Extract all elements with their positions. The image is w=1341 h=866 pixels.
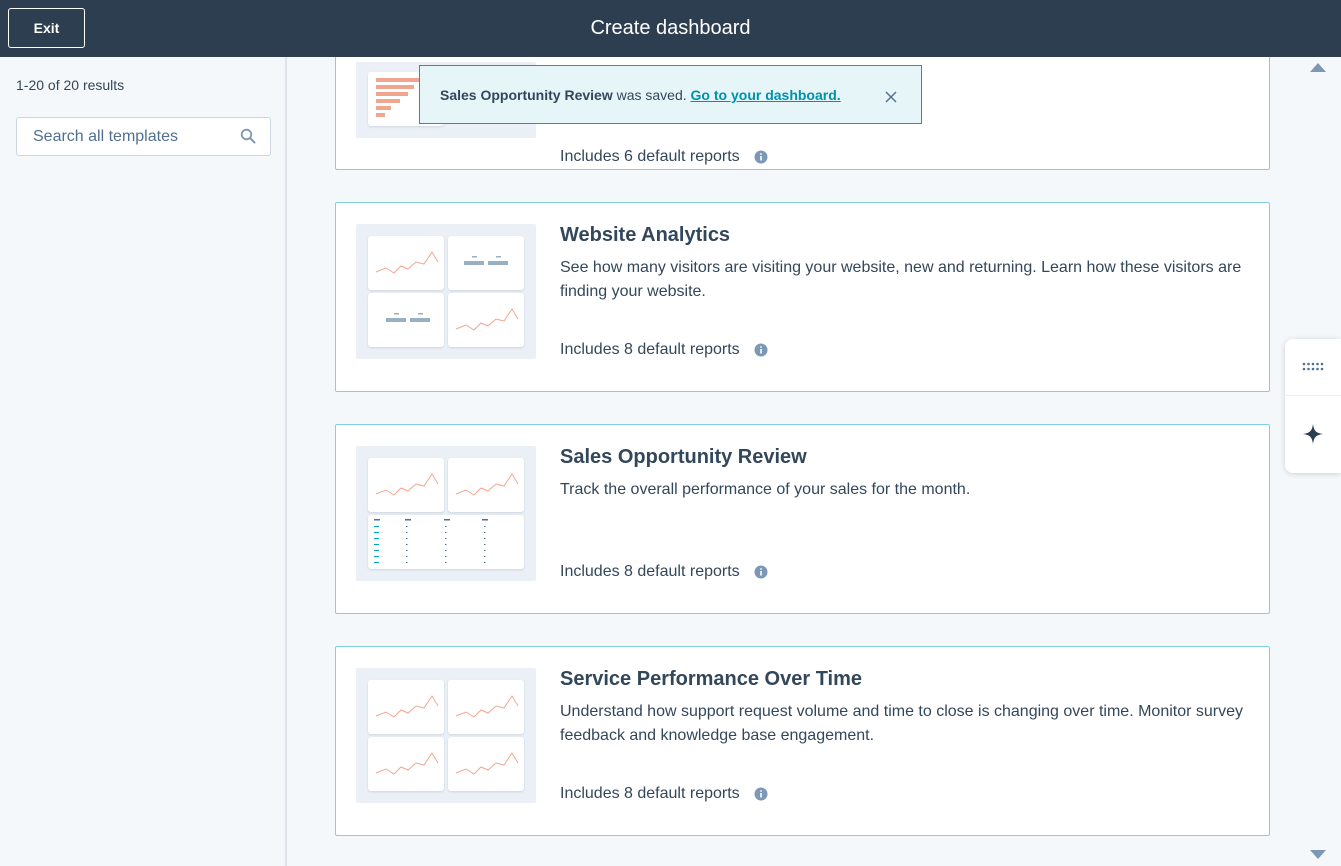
toast-message: Sales Opportunity Review was saved. Go t… bbox=[440, 87, 841, 103]
line-chart-tile bbox=[368, 458, 444, 512]
kpi-tile bbox=[368, 293, 444, 347]
template-description: Track the overall performance of your sa… bbox=[560, 481, 971, 498]
line-chart-tile bbox=[368, 680, 444, 734]
report-count-label: Includes 8 default reports bbox=[560, 563, 740, 580]
template-title[interactable]: Website Analytics bbox=[560, 224, 730, 247]
search-input[interactable] bbox=[17, 118, 237, 155]
template-card[interactable]: Sales Opportunity Review Track the overa… bbox=[335, 424, 1270, 614]
template-title[interactable]: Sales Opportunity Review bbox=[560, 446, 807, 469]
grid-icon[interactable] bbox=[1301, 359, 1325, 375]
line-chart-tile bbox=[448, 737, 524, 791]
report-count: Includes 8 default reports bbox=[560, 563, 768, 581]
top-bar: Exit Create dashboard bbox=[0, 0, 1341, 57]
sidebar: 1-20 of 20 results bbox=[0, 57, 287, 866]
report-count-label: Includes 8 default reports bbox=[560, 785, 740, 802]
report-count-label: Includes 8 default reports bbox=[560, 341, 740, 358]
go-to-dashboard-link[interactable]: Go to your dashboard. bbox=[691, 87, 841, 103]
report-count: Includes 8 default reports bbox=[560, 785, 768, 803]
side-widget bbox=[1285, 339, 1341, 473]
info-icon[interactable] bbox=[754, 787, 768, 801]
page-title: Create dashboard bbox=[590, 17, 751, 39]
scroll-up-arrow[interactable] bbox=[1310, 63, 1326, 72]
template-title[interactable]: Service Performance Over Time bbox=[560, 668, 862, 691]
sparkle-icon[interactable] bbox=[1302, 423, 1324, 445]
info-icon[interactable] bbox=[754, 343, 768, 357]
line-chart-tile bbox=[368, 737, 444, 791]
table-tile bbox=[368, 515, 524, 569]
report-count-label: Includes 6 default reports bbox=[560, 148, 740, 165]
report-count: Includes 8 default reports bbox=[560, 341, 768, 359]
template-preview bbox=[356, 668, 536, 803]
success-toast: Sales Opportunity Review was saved. Go t… bbox=[419, 65, 922, 124]
info-icon[interactable] bbox=[754, 565, 768, 579]
search-box bbox=[16, 117, 271, 156]
results-count: 1-20 of 20 results bbox=[16, 77, 125, 93]
template-preview bbox=[356, 224, 536, 359]
line-chart-tile bbox=[448, 293, 524, 347]
template-card[interactable]: Service Performance Over Time Understand… bbox=[335, 646, 1270, 836]
toast-saved-text: was saved. bbox=[612, 87, 691, 103]
template-list: Includes 6 default reports Website Analy… bbox=[289, 57, 1341, 866]
kpi-tile bbox=[448, 236, 524, 290]
toast-dashboard-name: Sales Opportunity Review bbox=[440, 87, 613, 103]
template-preview bbox=[356, 446, 536, 581]
template-description: See how many visitors are visiting your … bbox=[560, 259, 1242, 300]
report-count: Includes 6 default reports bbox=[560, 148, 768, 166]
template-description: Understand how support request volume an… bbox=[560, 703, 1244, 744]
scroll-down-arrow[interactable] bbox=[1310, 850, 1326, 859]
widget-divider bbox=[1285, 395, 1341, 396]
info-icon[interactable] bbox=[754, 150, 768, 164]
line-chart-tile bbox=[448, 680, 524, 734]
template-card[interactable]: Website Analytics See how many visitors … bbox=[335, 202, 1270, 392]
search-icon[interactable] bbox=[240, 128, 256, 144]
line-chart-tile bbox=[448, 458, 524, 512]
line-chart-tile bbox=[368, 236, 444, 290]
close-icon[interactable] bbox=[885, 91, 897, 103]
